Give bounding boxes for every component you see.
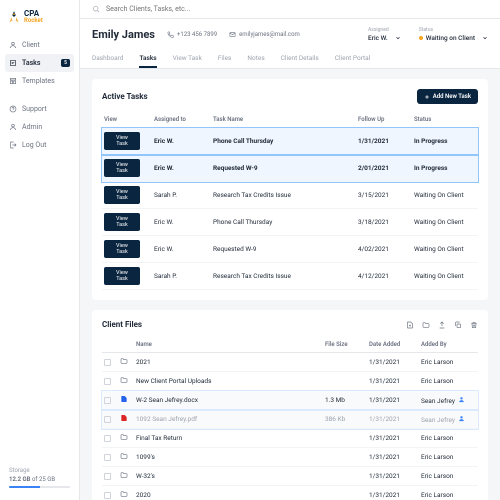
file-checkbox[interactable] [104,435,111,442]
tab-view-task[interactable]: View Task [173,50,202,68]
view-task-button[interactable]: View Task [104,132,140,150]
search-bar [80,0,500,19]
phone-icon [167,31,174,38]
folder-icon [120,471,132,481]
sidebar-item-client[interactable]: Client [5,36,74,54]
sidebar-item-tasks[interactable]: Tasks 5 [5,54,74,72]
storage-widget: Storage 12.2 GB of 25 GB [5,463,74,492]
user-icon [458,396,465,403]
table-row: View Task Eric W. Phone Call Thursday 3/… [102,209,478,236]
tab-dashboard[interactable]: Dashboard [92,50,123,68]
folder-icon [120,452,132,462]
chevron-down-icon [482,35,488,41]
file-row[interactable]: 2020 1/31/2021 Eric Larson [102,486,478,500]
logo[interactable]: CPARocket [5,8,74,26]
sidebar-item-log-out[interactable]: Log Out [5,136,74,154]
table-row: View Task Sarah P. Research Tax Credits … [102,263,478,290]
file-row[interactable]: 1099's 1/31/2021 Eric Larson [102,448,478,467]
sidebar-item-label: Templates [22,77,55,85]
tab-tasks[interactable]: Tasks [139,50,156,68]
folder-icon [120,357,132,367]
folder-icon [120,490,132,500]
mail-icon [229,31,236,38]
sidebar-badge: 5 [61,59,70,67]
folder-icon [120,433,132,443]
file-checkbox[interactable] [104,378,111,385]
table-row: View Task Eric W. Requested W-9 2/01/202… [102,155,478,182]
new-folder-icon[interactable] [422,321,430,329]
status-field[interactable]: Status Waiting on Client [419,27,488,42]
search-input[interactable] [106,5,488,13]
tab-files[interactable]: Files [218,50,232,68]
view-task-button[interactable]: View Task [104,159,140,177]
client-files-card: Client Files Name File Size Date Added A… [92,310,488,500]
tab-notes[interactable]: Notes [247,50,264,68]
file-row[interactable]: 2021 1/31/2021 Eric Larson [102,353,478,372]
view-task-button[interactable]: View Task [104,267,140,285]
main: Emily James +123 456 7899 emilyjames@mai… [80,0,500,500]
file-checkbox[interactable] [104,492,111,499]
search-icon [92,5,100,13]
client-name: Emily James [92,28,155,41]
pdf-icon [120,414,132,424]
tab-client-details[interactable]: Client Details [281,50,319,68]
view-task-button[interactable]: View Task [104,213,140,231]
sidebar-item-label: Admin [22,123,42,131]
file-checkbox[interactable] [104,454,111,461]
files-title: Client Files [102,320,142,329]
status-dot-icon [419,36,423,40]
plus-icon [424,94,430,100]
file-row[interactable]: Final Tax Return 1/31/2021 Eric Larson [102,429,478,448]
table-row: View Task Sarah P. Research Tax Credits … [102,182,478,209]
file-actions [406,321,478,329]
upload-icon[interactable] [438,321,446,329]
file-row[interactable]: W-32's 1/31/2021 Eric Larson [102,467,478,486]
client-phone[interactable]: +123 456 7899 [167,31,217,38]
logo-text: CPARocket [24,10,43,24]
tasks-title: Active Tasks [102,92,148,101]
file-checkbox[interactable] [104,473,111,480]
chevron-down-icon [395,35,401,41]
new-file-icon[interactable] [406,321,414,329]
client-header: Emily James +123 456 7899 emilyjames@mai… [80,19,500,69]
sidebar-item-label: Client [22,41,40,49]
view-task-button[interactable]: View Task [104,186,140,204]
table-row: View Task Eric W. Phone Call Thursday 1/… [102,128,478,155]
trash-icon[interactable] [470,321,478,329]
active-tasks-card: Active Tasks Add New Task View Assigned … [92,79,488,300]
file-row[interactable]: W-2 Sean Jefrey.docx 1.3 Mb 1/31/2021 Se… [102,391,478,410]
file-row[interactable]: 1092 Sean Jefrey.pdf 386 Kb 1/31/2021 Se… [102,410,478,429]
sidebar-item-label: Log Out [22,141,46,149]
sidebar-item-label: Tasks [22,59,40,67]
user-icon [458,415,465,422]
doc-icon [120,395,132,405]
file-checkbox[interactable] [104,416,111,423]
view-task-button[interactable]: View Task [104,240,140,258]
sidebar-item-support[interactable]: Support [5,100,74,118]
file-row[interactable]: New Client Portal Uploads 1/31/2021 Eric… [102,372,478,391]
tab-client-portal[interactable]: Client Portal [335,50,371,68]
sidebar: CPARocket Client Tasks 5 Templates Support A… [0,0,80,500]
file-checkbox[interactable] [104,397,111,404]
sidebar-item-label: Support [22,105,47,113]
assigned-field[interactable]: Assigned Eric W. [368,27,401,42]
sidebar-item-admin[interactable]: Admin [5,118,74,136]
add-task-button[interactable]: Add New Task [417,89,478,104]
table-row: View Task Eric W. Requested W-9 4/02/202… [102,236,478,263]
tasks-table: View Assigned to Task Name Follow Up Sta… [102,112,478,290]
tabs: Dashboard Tasks View Task Files Notes Client … [92,50,488,68]
client-email[interactable]: emilyjames@mail.com [229,31,300,38]
folder-icon [120,376,132,386]
copy-icon[interactable] [454,321,462,329]
rocket-icon [7,10,21,24]
file-checkbox[interactable] [104,359,111,366]
sidebar-item-templates[interactable]: Templates [5,72,74,90]
